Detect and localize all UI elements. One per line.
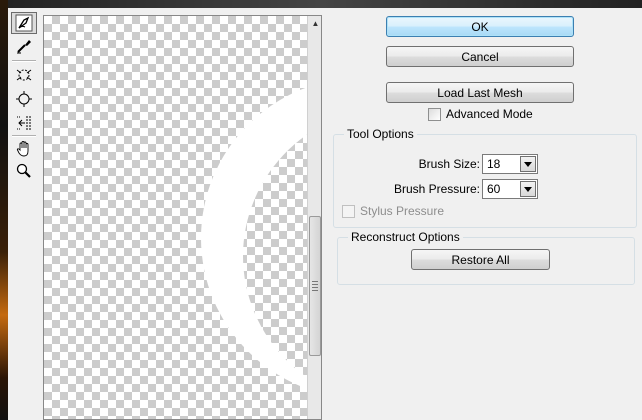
brush-pressure-value: 60 bbox=[487, 182, 501, 196]
bloat-tool-button[interactable] bbox=[11, 88, 37, 110]
forward-warp-tool-button[interactable] bbox=[11, 12, 37, 34]
brush-size-value: 18 bbox=[487, 157, 501, 171]
hand-tool-button[interactable] bbox=[11, 138, 37, 160]
zoom-tool-icon bbox=[16, 163, 31, 178]
liquify-dialog: ▲ OK Cancel Load Last Mesh Advanced Mode… bbox=[8, 8, 642, 420]
tool-palette bbox=[8, 8, 42, 420]
grip-line bbox=[312, 287, 318, 288]
reconstruct-options-group: Reconstruct Options Restore All bbox=[337, 230, 635, 285]
brush-pressure-dropdown-arrow[interactable] bbox=[520, 181, 536, 197]
stylus-pressure-option: Stylus Pressure bbox=[342, 204, 444, 218]
brush-size-combobox[interactable]: 18 bbox=[482, 154, 538, 174]
brush-pressure-label: Brush Pressure: bbox=[393, 182, 480, 196]
grip-line bbox=[312, 290, 318, 291]
window-frame-left bbox=[0, 0, 8, 420]
restore-all-button[interactable]: Restore All bbox=[411, 249, 550, 270]
toolbar-divider bbox=[12, 60, 36, 62]
grip-line bbox=[312, 284, 318, 285]
brush-size-label: Brush Size: bbox=[418, 157, 480, 171]
chevron-down-icon bbox=[524, 161, 532, 167]
scroll-up-arrow-icon[interactable]: ▲ bbox=[308, 16, 321, 31]
tool-options-title: Tool Options bbox=[344, 127, 417, 141]
load-last-mesh-button[interactable]: Load Last Mesh bbox=[386, 82, 574, 103]
toolbar-divider bbox=[12, 135, 36, 137]
hand-tool-icon bbox=[16, 141, 29, 157]
stylus-pressure-checkbox bbox=[342, 204, 355, 218]
zoom-tool-button[interactable] bbox=[11, 160, 37, 182]
stylus-pressure-label: Stylus Pressure bbox=[360, 204, 445, 218]
preview-canvas[interactable]: ▲ bbox=[43, 15, 322, 420]
brush-pressure-combobox[interactable]: 60 bbox=[482, 179, 538, 199]
push-left-tool-icon bbox=[17, 116, 31, 130]
brush-size-dropdown-arrow[interactable] bbox=[520, 156, 536, 172]
cancel-button[interactable]: Cancel bbox=[386, 46, 574, 67]
reconstruct-tool-button[interactable] bbox=[11, 35, 37, 57]
advanced-mode-checkbox[interactable] bbox=[428, 107, 441, 121]
scrollbar-thumb[interactable] bbox=[309, 216, 321, 356]
chevron-down-icon bbox=[524, 186, 532, 192]
ok-button[interactable]: OK bbox=[386, 16, 574, 37]
pucker-tool-icon bbox=[16, 69, 32, 81]
reconstruct-options-title: Reconstruct Options bbox=[348, 230, 463, 244]
bloat-tool-icon bbox=[16, 91, 32, 107]
push-left-tool-button[interactable] bbox=[11, 112, 37, 134]
forward-warp-tool-icon bbox=[15, 14, 33, 32]
grip-line bbox=[312, 281, 318, 282]
pucker-tool-button[interactable] bbox=[11, 64, 37, 86]
window-frame-top bbox=[0, 0, 642, 8]
tool-options-group: Tool Options Brush Size: 18 Brush Pressu… bbox=[333, 127, 637, 228]
advanced-mode-option[interactable]: Advanced Mode bbox=[428, 107, 533, 121]
vertical-scrollbar[interactable]: ▲ bbox=[307, 16, 321, 419]
reconstruct-tool-icon bbox=[17, 40, 31, 54]
advanced-mode-label: Advanced Mode bbox=[446, 107, 533, 121]
